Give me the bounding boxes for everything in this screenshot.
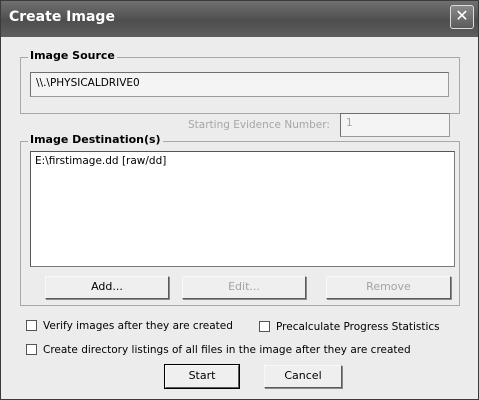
directory-listing-label: Create directory listings of all files i… xyxy=(43,344,411,356)
list-item[interactable]: E:\firstimage.dd [raw/dd] xyxy=(35,155,450,167)
image-source-field: \\.\PHYSICALDRIVE0 xyxy=(30,72,449,97)
verify-label: Verify images after they are created xyxy=(43,320,233,332)
title-bar[interactable]: Create Image ✕ xyxy=(1,1,478,37)
image-source-group: Image Source \\.\PHYSICALDRIVE0 xyxy=(20,49,460,114)
start-button[interactable]: Start xyxy=(164,364,240,389)
verify-images-checkbox[interactable]: Verify images after they are created xyxy=(26,320,233,332)
remove-button[interactable]: Remove xyxy=(326,276,451,299)
precalculate-checkbox-box[interactable] xyxy=(259,321,270,332)
starting-evidence-label: Starting Evidence Number: xyxy=(188,119,330,131)
directory-listing-checkbox-box[interactable] xyxy=(26,344,37,355)
edit-button[interactable]: Edit... xyxy=(182,276,306,299)
precalculate-checkbox[interactable]: Precalculate Progress Statistics xyxy=(259,321,440,333)
image-source-legend: Image Source xyxy=(28,49,117,62)
dialog-title: Create Image xyxy=(9,9,115,25)
verify-checkbox-box[interactable] xyxy=(26,320,37,331)
image-destination-group: Image Destination(s) E:\firstimage.dd [r… xyxy=(20,133,460,306)
cancel-button[interactable]: Cancel xyxy=(264,365,342,388)
add-button[interactable]: Add... xyxy=(45,276,169,299)
precalculate-label: Precalculate Progress Statistics xyxy=(276,321,440,333)
close-button[interactable]: ✕ xyxy=(450,5,474,29)
close-icon: ✕ xyxy=(455,6,469,25)
destination-list[interactable]: E:\firstimage.dd [raw/dd] xyxy=(30,151,455,267)
starting-evidence-input[interactable]: 1 xyxy=(340,113,450,137)
directory-listing-checkbox[interactable]: Create directory listings of all files i… xyxy=(26,344,411,356)
create-image-dialog: Create Image ✕ Image Source \\.\PHYSICAL… xyxy=(0,0,479,400)
image-destination-legend: Image Destination(s) xyxy=(28,133,163,146)
